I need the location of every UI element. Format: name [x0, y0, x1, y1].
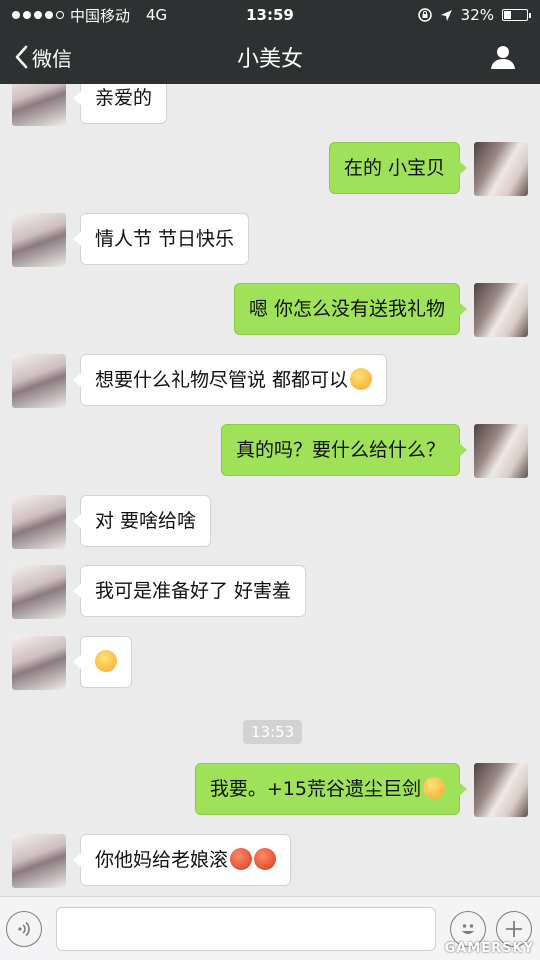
person-icon: [491, 46, 515, 69]
contact-avatar[interactable]: [12, 84, 66, 126]
message-input[interactable]: [56, 907, 436, 951]
message-bubble[interactable]: 在的 小宝贝: [328, 142, 468, 194]
status-right: 32%: [417, 6, 531, 24]
message-row: [12, 636, 132, 690]
battery-icon: [502, 9, 531, 21]
rotation-lock-icon: [417, 8, 432, 22]
message-text: 情人节 节日快乐: [95, 228, 235, 250]
message-row: 嗯 你怎么没有送我礼物: [233, 283, 528, 337]
location-arrow-icon: [440, 9, 452, 21]
message-text: 对 要啥给啥: [95, 510, 197, 532]
chat-area[interactable]: 亲爱的 在的 小宝贝 情人节 节日快乐 嗯 你怎么没有送我礼物 想要什么礼物尽管…: [0, 84, 540, 896]
timestamp-badge: 13:53: [243, 720, 303, 744]
message-bubble[interactable]: 我要。+15荒谷遗尘巨剑: [194, 763, 468, 815]
contact-avatar[interactable]: [12, 213, 66, 267]
message-row: 我可是准备好了 好害羞: [12, 565, 307, 619]
smiley-icon: [462, 924, 474, 934]
watermark: GAMERSKY: [444, 941, 534, 956]
message-bubble[interactable]: 情人节 节日快乐: [72, 213, 250, 265]
message-bubble[interactable]: 我可是准备好了 好害羞: [72, 565, 307, 617]
contact-avatar[interactable]: [12, 495, 66, 549]
message-text: 真的吗？要什么给什么？: [235, 439, 445, 461]
plus-icon: [506, 921, 522, 937]
message-text: 想要什么礼物尽管说 都都可以: [95, 369, 349, 391]
back-button[interactable]: 微信: [0, 30, 72, 84]
message-bubble[interactable]: 嗯 你怎么没有送我礼物: [233, 283, 468, 335]
contact-avatar[interactable]: [12, 636, 66, 690]
chat-title: 小美女: [236, 47, 303, 72]
contact-avatar[interactable]: [12, 354, 66, 408]
message-bubble[interactable]: [73, 636, 132, 688]
voice-icon: [18, 921, 30, 937]
message-text: 我要。+15荒谷遗尘巨剑: [209, 778, 421, 800]
contact-avatar[interactable]: [12, 834, 66, 888]
status-bar: 中国移动 4G 13:59 32%: [0, 0, 540, 30]
message-text: 亲爱的: [95, 87, 153, 109]
my-avatar[interactable]: [474, 424, 528, 478]
my-avatar[interactable]: [474, 142, 528, 196]
battery-percent: 32%: [460, 6, 494, 24]
message-row: 亲爱的: [12, 84, 168, 126]
input-bar: GAMERSKY: [0, 896, 540, 960]
smile-emoji-icon: [350, 368, 373, 390]
grin-emoji-icon: [423, 777, 445, 799]
wink-emoji-icon: [95, 650, 117, 672]
my-avatar[interactable]: [474, 763, 528, 817]
network-type: 4G: [146, 6, 168, 24]
message-text: 嗯 你怎么没有送我礼物: [248, 298, 445, 320]
message-bubble[interactable]: 你他妈给老娘滚: [72, 834, 292, 886]
message-row: 在的 小宝贝: [328, 142, 528, 196]
message-row: 我要。+15荒谷遗尘巨剑: [194, 763, 528, 817]
message-text: 我可是准备好了 好害羞: [95, 580, 292, 602]
voice-button[interactable]: [6, 911, 42, 947]
message-text: 你他妈给老娘滚: [95, 849, 229, 871]
message-row: 你他妈给老娘滚: [12, 834, 292, 888]
message-bubble[interactable]: 对 要啥给啥: [72, 495, 212, 547]
message-row: 真的吗？要什么给什么？: [220, 424, 528, 478]
message-bubble[interactable]: 想要什么礼物尽管说 都都可以: [72, 354, 388, 406]
my-avatar[interactable]: [474, 283, 528, 337]
message-row: 想要什么礼物尽管说 都都可以: [12, 354, 388, 408]
message-row: 对 要啥给啥: [12, 495, 212, 549]
contact-avatar[interactable]: [12, 565, 66, 619]
angry-emoji-icon: [230, 848, 253, 870]
nav-bar: 微信 小美女: [0, 30, 540, 84]
back-label: 微信: [32, 46, 72, 71]
message-text: 在的 小宝贝: [343, 157, 445, 179]
message-row: 情人节 节日快乐: [12, 213, 250, 267]
chevron-left-icon: [15, 45, 28, 69]
message-bubble[interactable]: 亲爱的: [72, 84, 168, 124]
signal-strength-icon: [12, 11, 64, 19]
contact-info-button[interactable]: [490, 30, 540, 84]
status-left: 中国移动 4G: [12, 5, 167, 26]
message-bubble[interactable]: 真的吗？要什么给什么？: [220, 424, 468, 476]
carrier-name: 中国移动: [70, 6, 131, 25]
angry-emoji-icon: [254, 848, 277, 870]
